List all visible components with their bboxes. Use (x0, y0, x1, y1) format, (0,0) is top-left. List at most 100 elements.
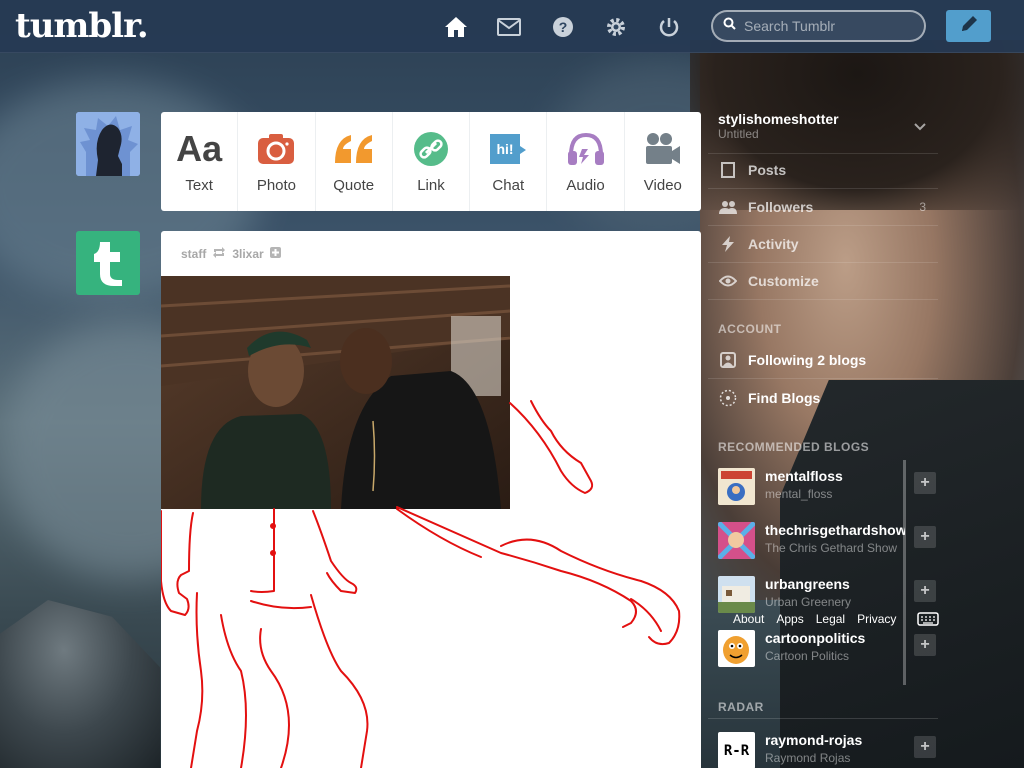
sidebar-divider (708, 718, 938, 719)
power-icon[interactable] (656, 14, 682, 40)
footer-link-apps[interactable]: Apps (776, 612, 803, 626)
sidebar-blog-header[interactable]: stylishomeshotter Untitled (708, 98, 938, 154)
blog-thumbnail (718, 630, 755, 667)
blog-thumbnail: R-R (718, 732, 755, 768)
chat-icon: hi! (488, 129, 528, 169)
sidebar-item-followers[interactable]: Followers 3 (708, 189, 938, 226)
followers-count: 3 (919, 200, 926, 214)
post-type-label: Chat (492, 177, 525, 194)
search-box[interactable] (711, 10, 926, 42)
post-photo[interactable] (161, 276, 510, 509)
inbox-icon[interactable] (496, 14, 522, 40)
post-type-text[interactable]: Aa Text (161, 112, 239, 211)
search-icon (723, 17, 736, 35)
blog-thumbnail (718, 522, 755, 559)
background-robe (780, 380, 1024, 768)
sidebar-item-label: Activity (748, 236, 799, 252)
post-type-label: Photo (256, 177, 297, 194)
post-type-label: Quote (333, 177, 375, 194)
compose-button[interactable] (946, 10, 991, 42)
blog-description: The Chris Gethard Show (765, 541, 898, 555)
svg-text:?: ? (559, 19, 568, 35)
blog-name: thechrisgethardshow (765, 522, 905, 538)
keyboard-icon[interactable] (917, 612, 939, 631)
sidebar-scrollbar[interactable] (903, 460, 906, 685)
sidebar-item-label: Posts (748, 162, 787, 178)
sidebar-item-posts[interactable]: Posts (708, 152, 938, 189)
help-icon[interactable]: ? (550, 14, 576, 40)
activity-icon (718, 236, 738, 252)
blog-description: Cartoon Politics (765, 649, 850, 663)
follow-button[interactable]: + (914, 634, 936, 656)
reblog-icon (212, 247, 226, 261)
blog-name: raymond-rojas (765, 732, 863, 748)
post-type-photo[interactable]: Photo (238, 112, 316, 211)
post-type-label: Video (643, 177, 682, 194)
footer-links: About Apps Legal Privacy (733, 612, 896, 626)
home-icon[interactable] (443, 14, 469, 40)
blog-description: Raymond Rojas (765, 751, 851, 765)
text-icon: Aa (176, 128, 223, 169)
background-rock (0, 600, 160, 768)
sidebar-item-following[interactable]: Following 2 blogs (708, 342, 938, 379)
follow-button[interactable]: + (914, 472, 936, 494)
sidebar-item-label: Find Blogs (748, 389, 821, 406)
post-type-quote[interactable]: Quote (316, 112, 393, 211)
radar-heading: RADAR (718, 700, 764, 714)
blog-name: mentalfloss (765, 468, 843, 484)
post-type-chat[interactable]: hi! Chat (470, 112, 548, 211)
video-camera-icon (644, 129, 682, 169)
follow-button[interactable]: + (914, 526, 936, 548)
user-avatar[interactable] (76, 112, 140, 176)
document-icon (718, 162, 738, 178)
sidebar-item-find-blogs[interactable]: Find Blogs (708, 379, 938, 416)
post-type-label: Link (417, 177, 445, 194)
blog-description: Urban Greenery (765, 595, 852, 609)
blog-thumbnail (718, 576, 755, 613)
post-author[interactable]: staff (181, 247, 206, 261)
sidebar-item-label: Following 2 blogs (748, 352, 867, 368)
follow-button[interactable]: + (914, 580, 936, 602)
eye-icon (718, 275, 738, 287)
footer-link-about[interactable]: About (733, 612, 764, 626)
reblogged-from[interactable]: 3lixar (232, 247, 263, 261)
sidebar-item-activity[interactable]: Activity (708, 226, 938, 263)
headphones-icon (566, 129, 606, 169)
footer-link-privacy[interactable]: Privacy (857, 612, 896, 626)
staff-avatar[interactable] (76, 231, 140, 295)
sidebar-item-label: Customize (748, 273, 819, 289)
followers-icon (718, 200, 738, 214)
post-header: staff 3lixar (181, 247, 281, 261)
chevron-down-icon[interactable] (914, 118, 926, 134)
quote-icon (333, 129, 375, 169)
sidebar-blog-name: stylishomeshotter (718, 110, 839, 127)
settings-icon[interactable] (603, 14, 629, 40)
post-type-link[interactable]: Link (393, 112, 471, 211)
follow-button[interactable]: + (914, 736, 936, 758)
compass-icon (718, 389, 738, 407)
sidebar-item-label: Followers (748, 199, 814, 215)
follow-plus-icon[interactable] (269, 247, 281, 261)
radar-blog[interactable]: R-R raymond-rojas Raymond Rojas + (718, 732, 936, 768)
link-icon (413, 129, 449, 169)
footer-link-legal[interactable]: Legal (816, 612, 845, 626)
post-type-label: Audio (566, 177, 605, 194)
blog-thumbnail (718, 468, 755, 505)
pencil-icon (959, 14, 979, 39)
blog-name: cartoonpolitics (765, 630, 866, 646)
sidebar-item-customize[interactable]: Customize (708, 263, 938, 300)
camera-icon (257, 129, 295, 169)
sidebar-blog-subtitle: Untitled (718, 126, 759, 141)
account-heading: ACCOUNT (718, 322, 782, 336)
tumblr-logo[interactable]: tumblr. (15, 6, 149, 46)
post-type-bar: Aa Text Photo Quote Link hi! Chat Audio (161, 112, 701, 211)
recommended-heading: RECOMMENDED BLOGS (718, 440, 870, 454)
search-input[interactable] (744, 18, 914, 34)
post-type-label: Text (185, 177, 213, 194)
following-icon (718, 352, 738, 368)
svg-text:hi!: hi! (497, 141, 514, 157)
post-type-audio[interactable]: Audio (547, 112, 625, 211)
post-type-video[interactable]: Video (625, 112, 701, 211)
blog-name: urbangreens (765, 576, 850, 592)
blog-description: mental_floss (765, 487, 833, 501)
